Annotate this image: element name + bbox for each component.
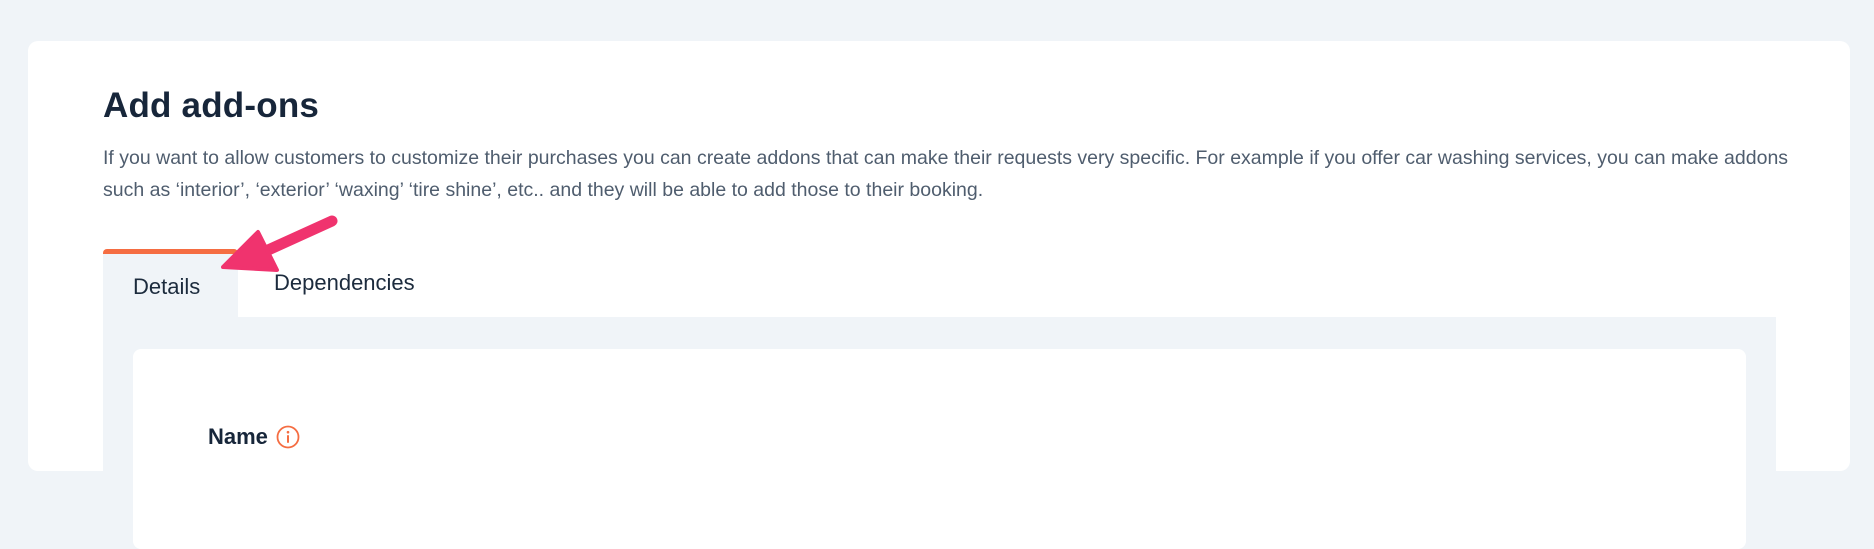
info-icon[interactable]	[276, 425, 300, 449]
name-label: Name	[208, 424, 268, 449]
name-field-label: Name	[208, 424, 300, 450]
tab-details-label: Details	[133, 273, 201, 299]
arrow-annotation-icon	[221, 215, 338, 272]
tab-panel: Name	[103, 317, 1776, 549]
details-form-card: Name	[133, 349, 1746, 549]
page-description: If you want to allow customers to custom…	[103, 147, 1789, 201]
page-title: Add add-ons	[103, 86, 320, 125]
